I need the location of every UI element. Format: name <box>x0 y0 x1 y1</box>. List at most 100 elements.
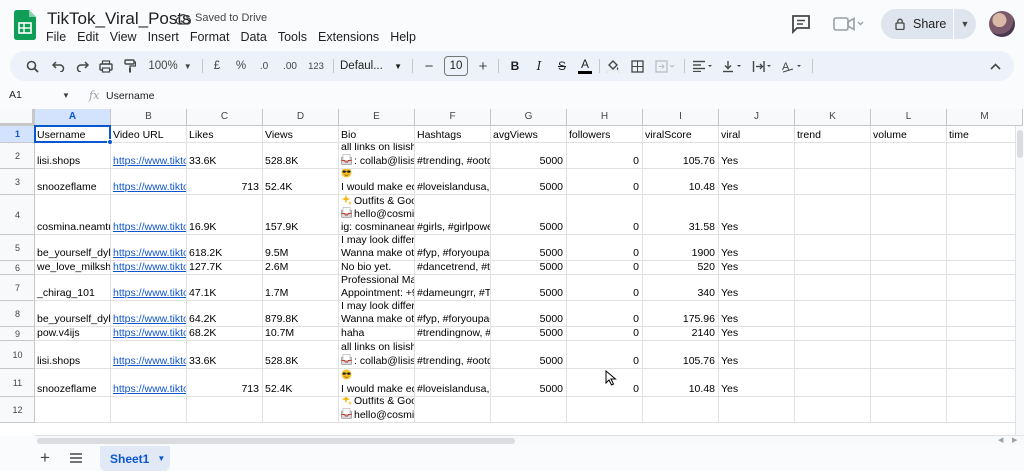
cell-i-11[interactable]: 10.48 <box>643 369 719 397</box>
cell-f-10[interactable]: #trending, #ootd <box>415 341 491 369</box>
cell-f-6[interactable]: #dancetrend, #ti <box>415 261 491 275</box>
cell-e-10[interactable]: all links on lisishe: collab@lisis <box>339 341 415 369</box>
meet-video-icon[interactable] <box>832 13 866 35</box>
cell-j-2[interactable]: Yes <box>719 143 795 169</box>
cell-b-12[interactable] <box>111 397 187 423</box>
cell-c-12[interactable] <box>187 397 263 423</box>
cell-j-11[interactable]: Yes <box>719 369 795 397</box>
column-header-k[interactable]: K <box>795 109 871 126</box>
font-size-input[interactable]: 10 <box>444 56 468 76</box>
cell-e-7[interactable]: Professional Mak Appointment: +9 <box>339 275 415 301</box>
cell-b-2[interactable]: https://www.tikto <box>111 143 187 169</box>
cell-a-10[interactable]: lisi.shops <box>35 341 111 369</box>
cell-g-2[interactable]: 5000 <box>491 143 567 169</box>
row-header-4[interactable]: 4 <box>0 195 35 235</box>
sheets-logo-icon[interactable] <box>14 10 36 40</box>
cell-b-8[interactable]: https://www.tikto <box>111 301 187 327</box>
cell-f-12[interactable] <box>415 397 491 423</box>
cell-k-10[interactable] <box>795 341 871 369</box>
cell-e-12[interactable]: Outfits & Goo hello@cosmi <box>339 397 415 423</box>
cell-g-6[interactable]: 5000 <box>491 261 567 275</box>
cell-e-8[interactable]: I may look differe Wanna make oth <box>339 301 415 327</box>
cell-e-6[interactable]: No bio yet. <box>339 261 415 275</box>
cell-h-12[interactable] <box>567 397 643 423</box>
redo-icon[interactable] <box>72 51 92 81</box>
cell-i-9[interactable]: 2140 <box>643 327 719 341</box>
cell-c-2[interactable]: 33.6K <box>187 143 263 169</box>
cell-b-6[interactable]: https://www.tikto <box>111 261 187 275</box>
strikethrough-icon[interactable]: S <box>553 51 571 81</box>
add-sheet-button[interactable]: + <box>40 449 50 467</box>
column-header-l[interactable]: L <box>871 109 947 126</box>
column-header-m[interactable]: M <box>947 109 1023 126</box>
cell-i-2[interactable]: 105.76 <box>643 143 719 169</box>
decrease-decimal-button[interactable]: .0 <box>254 51 274 81</box>
cell-m-5[interactable] <box>947 235 1023 261</box>
cell-j-9[interactable]: Yes <box>719 327 795 341</box>
video-url-link[interactable]: https://www.tikto <box>113 155 186 167</box>
increase-font-size-button[interactable]: + <box>474 51 492 81</box>
cell-k-8[interactable] <box>795 301 871 327</box>
cell-h-5[interactable]: 0 <box>567 235 643 261</box>
cell-m-8[interactable] <box>947 301 1023 327</box>
cell-a-8[interactable]: be_yourself_dyla <box>35 301 111 327</box>
document-title[interactable]: TikTok_Viral_Posts <box>47 9 191 29</box>
cell-j-10[interactable]: Yes <box>719 341 795 369</box>
cell-d-10[interactable]: 528.8K <box>263 341 339 369</box>
cell-l-3[interactable] <box>871 169 947 195</box>
cell-b-3[interactable]: https://www.tikto <box>111 169 187 195</box>
row-header-3[interactable]: 3 <box>0 169 35 195</box>
header-cell-d[interactable]: Views <box>263 126 339 143</box>
cell-f-8[interactable]: #fyp, #foryoupag <box>415 301 491 327</box>
cell-i-3[interactable]: 10.48 <box>643 169 719 195</box>
cell-i-12[interactable] <box>643 397 719 423</box>
cell-b-7[interactable]: https://www.tikto <box>111 275 187 301</box>
cell-l-5[interactable] <box>871 235 947 261</box>
cell-e-4[interactable]: Outfits & Goo hello@cosmi ig: cosminanean <box>339 195 415 235</box>
header-cell-m[interactable]: time <box>947 126 1023 143</box>
cell-m-9[interactable] <box>947 327 1023 341</box>
header-cell-l[interactable]: volume <box>871 126 947 143</box>
header-cell-a[interactable]: Username <box>35 126 111 143</box>
sheet-tab-dropdown-icon[interactable]: ▼ <box>157 454 165 463</box>
column-header-h[interactable]: H <box>567 109 643 126</box>
cell-g-10[interactable]: 5000 <box>491 341 567 369</box>
cell-l-4[interactable] <box>871 195 947 235</box>
print-icon[interactable] <box>96 51 116 81</box>
cell-l-8[interactable] <box>871 301 947 327</box>
column-header-e[interactable]: E <box>339 109 415 126</box>
account-avatar[interactable] <box>989 11 1015 37</box>
search-menus-icon[interactable] <box>22 51 42 81</box>
cell-c-5[interactable]: 618.2K <box>187 235 263 261</box>
video-url-link[interactable]: https://www.tikto <box>113 181 186 193</box>
cell-l-12[interactable] <box>871 397 947 423</box>
cell-g-7[interactable]: 5000 <box>491 275 567 301</box>
cell-b-9[interactable]: https://www.tikto <box>111 327 187 341</box>
cell-m-7[interactable] <box>947 275 1023 301</box>
video-url-link[interactable]: https://www.tikto <box>113 287 186 299</box>
text-color-icon[interactable]: A <box>576 51 594 81</box>
cell-l-7[interactable] <box>871 275 947 301</box>
cell-k-12[interactable] <box>795 397 871 423</box>
cell-f-7[interactable]: #dameungrr, #Tr <box>415 275 491 301</box>
cell-k-6[interactable] <box>795 261 871 275</box>
horizontal-align-icon[interactable] <box>690 51 716 81</box>
cell-k-4[interactable] <box>795 195 871 235</box>
cell-d-12[interactable] <box>263 397 339 423</box>
cell-a-9[interactable]: pow.v4ijs <box>35 327 111 341</box>
cell-m-2[interactable] <box>947 143 1023 169</box>
cell-i-5[interactable]: 1900 <box>643 235 719 261</box>
merge-cells-icon[interactable] <box>652 51 678 81</box>
header-cell-g[interactable]: avgViews <box>491 126 567 143</box>
menu-file[interactable]: File <box>46 29 66 45</box>
cell-a-6[interactable]: we_love_milksha <box>35 261 111 275</box>
cell-e-11[interactable]: I would make ed <box>339 369 415 397</box>
cell-h-8[interactable]: 0 <box>567 301 643 327</box>
row-header-12[interactable]: 12 <box>0 397 35 423</box>
cell-g-11[interactable]: 5000 <box>491 369 567 397</box>
menu-help[interactable]: Help <box>390 29 416 45</box>
cell-a-7[interactable]: _chirag_101 <box>35 275 111 301</box>
cell-j-6[interactable]: Yes <box>719 261 795 275</box>
cell-j-5[interactable]: Yes <box>719 235 795 261</box>
cell-g-8[interactable]: 5000 <box>491 301 567 327</box>
